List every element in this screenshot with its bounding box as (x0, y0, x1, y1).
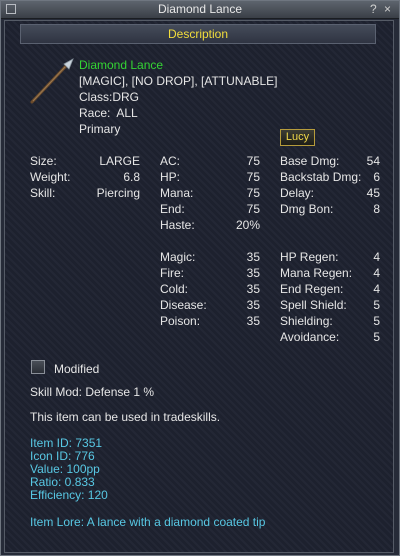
stat-value: 75 (246, 170, 260, 184)
stat-label: Haste: (160, 218, 195, 232)
item-id: Item ID: 7351 (30, 436, 103, 450)
stat-label: Size: (30, 154, 57, 168)
resist-label: Poison: (160, 314, 201, 328)
stat-value: 20% (235, 218, 260, 232)
stat-value: 4 (373, 282, 380, 296)
stat-label: Backstab Dmg: (280, 170, 362, 184)
stat-value: 6 (373, 170, 380, 184)
item-lore: Item Lore: A lance with a diamond coated… (30, 515, 266, 529)
item-class: Class:DRG (79, 90, 140, 104)
item-ratio: Ratio: 0.833 (30, 475, 95, 489)
item-slot: Primary (79, 122, 121, 136)
title-bar[interactable]: Diamond Lance ? × (1, 1, 399, 19)
stat-value: 75 (246, 186, 260, 200)
stat-value: LARGE (99, 154, 140, 168)
item-efficiency: Efficiency: 120 (30, 488, 108, 502)
stat-label: Mana Regen: (280, 266, 353, 280)
stat-value: 45 (366, 186, 380, 200)
tradeskill-note: This item can be used in tradeskills. (30, 410, 221, 424)
item-value: Value: 100pp (30, 462, 100, 476)
description-header: Description (20, 24, 376, 44)
stat-value: 54 (366, 154, 380, 168)
stat-label: HP: (160, 170, 181, 184)
resist-label: Cold: (160, 282, 189, 296)
stat-label: HP Regen: (280, 250, 339, 264)
stat-value: 75 (246, 154, 260, 168)
icon-id: Icon ID: 776 (30, 449, 95, 463)
item-flags: [MAGIC], [NO DROP], [ATTUNABLE] (79, 74, 278, 88)
stat-value: 5 (373, 314, 380, 328)
item-race: Race: ALL (79, 106, 138, 120)
resist-label: Disease: (160, 298, 207, 312)
resist-value: 35 (246, 250, 260, 264)
modified-checkbox[interactable] (31, 360, 45, 374)
stat-label: Spell Shield: (280, 298, 347, 312)
stat-label: Base Dmg: (280, 154, 340, 168)
stat-label: Dmg Bon: (280, 202, 334, 216)
resist-value: 35 (246, 282, 260, 296)
resist-value: 35 (246, 298, 260, 312)
stat-value: 5 (373, 298, 380, 312)
stat-value: 4 (373, 250, 380, 264)
modified-label: Modified (54, 362, 100, 376)
stat-label: End Regen: (280, 282, 344, 296)
resist-label: Fire: (160, 266, 184, 280)
item-display-window: Diamond Lance ? × Description Diamond La… (0, 0, 400, 556)
lance-icon (30, 58, 74, 104)
stat-label: Weight: (30, 170, 71, 184)
stat-label: End: (160, 202, 185, 216)
help-button[interactable]: ? (370, 2, 377, 16)
lucy-button[interactable]: Lucy (280, 129, 315, 146)
resist-value: 35 (246, 266, 260, 280)
window-title: Diamond Lance (157, 2, 243, 16)
stat-label: Avoidance: (280, 330, 340, 344)
stat-label: Delay: (280, 186, 315, 200)
stat-value: 75 (246, 202, 260, 216)
stat-label: Mana: (160, 186, 194, 200)
stat-value: 8 (373, 202, 380, 216)
stat-value: 4 (373, 266, 380, 280)
resist-label: Magic: (160, 250, 196, 264)
stat-label: AC: (160, 154, 181, 168)
stat-value: 5 (373, 330, 380, 344)
stat-label: Shielding: (280, 314, 333, 328)
item-name: Diamond Lance (79, 58, 164, 72)
resist-value: 35 (246, 314, 260, 328)
stat-label: Skill: (30, 186, 56, 200)
description-header-label: Description (167, 27, 229, 41)
stat-value: 6.8 (123, 170, 140, 184)
stat-value: Piercing (96, 186, 140, 200)
close-button[interactable]: × (384, 2, 391, 16)
skill-mod: Skill Mod: Defense 1 % (30, 385, 155, 399)
